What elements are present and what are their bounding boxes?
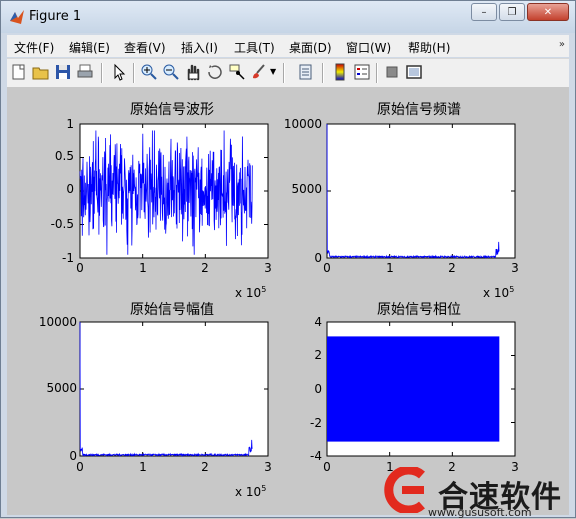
- menu-insert[interactable]: 插入(I): [181, 39, 218, 56]
- x-tick-label: 2: [448, 261, 456, 275]
- y-tick-label: 0: [314, 251, 322, 265]
- y-tick-label: -2: [310, 416, 322, 430]
- new-figure-icon[interactable]: [10, 63, 28, 81]
- link-plot-icon[interactable]: [297, 63, 315, 81]
- restore-icon: ❐: [507, 6, 517, 18]
- x-tick-label: 0: [76, 460, 84, 474]
- y-tick-label: 2: [314, 348, 322, 362]
- pan-hand-icon[interactable]: [184, 63, 202, 81]
- x-tick-label: 1: [139, 261, 147, 275]
- zoom-in-icon[interactable]: [140, 63, 158, 81]
- axes-title: 原始信号相位: [377, 302, 461, 318]
- hide-plot-tools-icon[interactable]: [383, 63, 401, 81]
- x-tick-label: 0: [323, 261, 331, 275]
- toolbar-separator: [322, 63, 324, 83]
- minimize-button[interactable]: –: [471, 3, 497, 21]
- x-tick-label: 1: [386, 261, 394, 275]
- save-icon[interactable]: [54, 63, 72, 81]
- watermark-url: www.gususoft.com: [428, 506, 532, 519]
- watermark-logo: [384, 467, 425, 513]
- axes-title: 原始信号频谱: [377, 102, 461, 118]
- menu-overflow-icon[interactable]: »: [559, 39, 565, 50]
- x-tick-label: 2: [201, 460, 209, 474]
- restore-button[interactable]: ❐: [499, 3, 525, 21]
- data-cursor-icon[interactable]: [228, 63, 246, 81]
- menu-edit[interactable]: 编辑(E): [69, 39, 110, 56]
- menu-help[interactable]: 帮助(H): [408, 39, 450, 56]
- y-tick-label: -1: [62, 251, 74, 265]
- toolbar-separator: [101, 63, 103, 83]
- x-tick-label: 1: [139, 460, 147, 474]
- window-title: Figure 1: [29, 9, 82, 24]
- open-file-icon[interactable]: [32, 63, 50, 81]
- x-tick-label: 0: [323, 460, 331, 474]
- matlab-logo-icon: [10, 10, 24, 24]
- axes-box: [326, 123, 516, 259]
- figure-window: Figure 1 – ❐ ✕ 文件(F) 编辑(E) 查看(V) 插入(I) 工…: [0, 0, 576, 519]
- rotate-3d-icon[interactable]: [206, 63, 224, 81]
- toolbar-separator: [376, 63, 378, 83]
- brush-icon[interactable]: [250, 63, 268, 81]
- y-tick-label: 0.5: [54, 149, 74, 163]
- colorbar-icon[interactable]: [331, 63, 349, 81]
- y-tick-label: 5000: [46, 381, 77, 395]
- phase-band: [327, 336, 500, 442]
- title-bar: Figure 1 – ❐ ✕: [1, 1, 575, 33]
- close-button[interactable]: ✕: [527, 3, 569, 21]
- y-tick-label: 10000: [38, 315, 77, 329]
- x-tick-label: 3: [264, 261, 272, 275]
- x-exponent-label: x 105: [235, 484, 267, 499]
- axes-box: [79, 321, 269, 457]
- print-icon[interactable]: [76, 63, 94, 81]
- y-tick-label: 4: [314, 315, 322, 329]
- menu-tools[interactable]: 工具(T): [234, 39, 275, 56]
- x-exponent-label: x 105: [235, 285, 267, 300]
- toolbar-separator: [133, 63, 135, 83]
- menu-window[interactable]: 窗口(W): [346, 39, 391, 56]
- x-exponent-label: x 105: [483, 285, 515, 300]
- x-tick-label: 3: [264, 460, 272, 474]
- show-plot-tools-icon[interactable]: [405, 63, 423, 81]
- menu-view[interactable]: 查看(V): [124, 39, 166, 56]
- x-tick-label: 2: [201, 261, 209, 275]
- menu-desktop[interactable]: 桌面(D): [289, 39, 332, 56]
- y-tick-label: 5000: [291, 182, 322, 196]
- axes-title: 原始信号幅值: [130, 302, 214, 318]
- zoom-out-icon[interactable]: [162, 63, 180, 81]
- figure-toolbar: ▼: [7, 58, 569, 87]
- chart-plot-area: [79, 123, 516, 458]
- brush-dropdown-icon[interactable]: ▼: [270, 63, 278, 81]
- menu-file[interactable]: 文件(F): [14, 39, 54, 56]
- toolbar-separator: [283, 63, 285, 83]
- pointer-icon[interactable]: [110, 63, 128, 81]
- y-tick-label: -0.5: [50, 217, 74, 231]
- close-icon: ✕: [543, 6, 553, 18]
- y-tick-label: 0: [66, 182, 74, 196]
- x-tick-label: 0: [76, 261, 84, 275]
- x-tick-label: 3: [511, 261, 519, 275]
- y-tick-label: 10000: [283, 117, 322, 131]
- menu-bar: 文件(F) 编辑(E) 查看(V) 插入(I) 工具(T) 桌面(D) 窗口(W…: [7, 35, 569, 57]
- figure-canvas[interactable]: 原始信号波形 1 0.5 0 -0.5 -1 0 1 2 3 x 105 原始信…: [7, 87, 569, 515]
- y-tick-label: 1: [66, 117, 74, 131]
- y-tick-label: -4: [310, 449, 322, 463]
- y-tick-label: 0: [314, 382, 322, 396]
- minimize-icon: –: [481, 6, 487, 18]
- legend-icon[interactable]: [353, 63, 371, 81]
